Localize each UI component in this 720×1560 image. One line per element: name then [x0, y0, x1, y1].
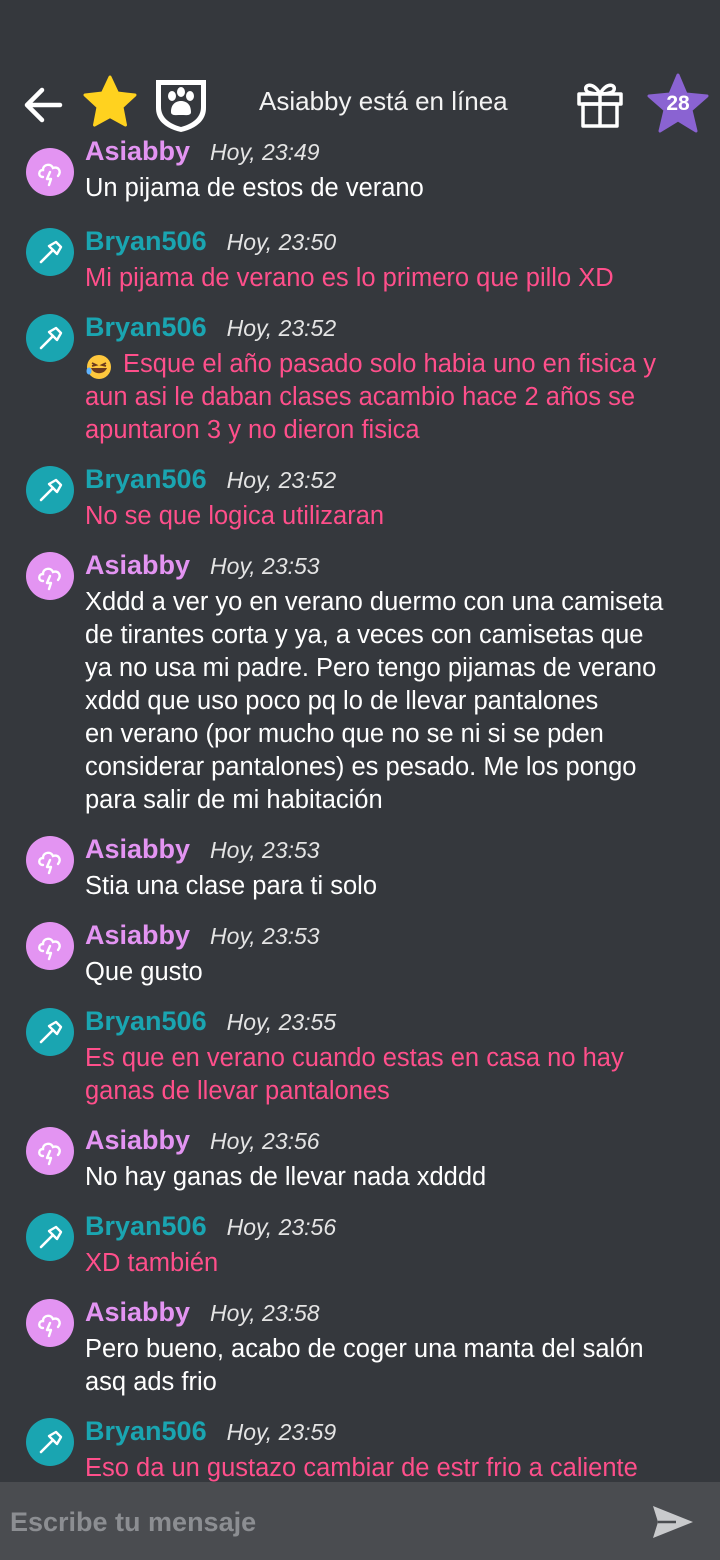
message-text: Mi pijama de verano es lo primero que pi… — [85, 264, 614, 292]
cloud-bolt-icon — [38, 937, 61, 961]
message-author[interactable]: Asiabby — [85, 550, 190, 581]
axe-icon — [39, 1020, 63, 1044]
axe-icon — [39, 1225, 63, 1249]
back-button[interactable] — [20, 82, 66, 128]
message-time: Hoy, 23:53 — [210, 923, 320, 949]
gift-icon — [577, 83, 623, 128]
message-text: Pero bueno, acabo de coger una manta del… — [85, 1335, 644, 1396]
favorite-star-button[interactable] — [82, 74, 138, 130]
message-text: Que gusto — [85, 958, 203, 986]
message-meta: Asiabby Hoy, 23:56 — [85, 1125, 320, 1156]
axe-icon — [39, 240, 63, 264]
paw-shield-icon — [156, 80, 206, 132]
message-text: Es que en verano cuando estas en casa no… — [85, 1044, 624, 1105]
message-text: Eso da un gustazo cambiar de estr frio a… — [85, 1454, 638, 1482]
message-author[interactable]: Bryan506 — [85, 226, 207, 257]
message-text: Un pijama de estos de verano — [85, 174, 424, 202]
send-icon — [653, 1506, 693, 1538]
message-author[interactable]: Bryan506 — [85, 1416, 207, 1447]
message-time: Hoy, 23:50 — [226, 229, 337, 255]
avatar[interactable] — [26, 466, 74, 514]
message-meta: Asiabby Hoy, 23:49 — [85, 138, 320, 167]
message-text: Stia una clase para ti solo — [85, 872, 378, 900]
chat-header: Asiabby está en línea 28 — [0, 64, 720, 148]
axe-icon — [39, 478, 63, 502]
message-author[interactable]: Bryan506 — [85, 1006, 207, 1037]
arrow-left-icon — [24, 87, 63, 123]
message-input[interactable] — [10, 1500, 610, 1544]
message-author[interactable]: Asiabby — [85, 920, 190, 951]
message-time: Hoy, 23:58 — [210, 1300, 320, 1326]
send-button[interactable] — [650, 1502, 696, 1542]
axe-icon — [39, 1430, 63, 1454]
message-text: Esque el año pasado solo habia uno en fi… — [85, 350, 657, 444]
message-composer — [0, 1482, 720, 1560]
message-meta: Bryan506 Hoy, 23:50 — [85, 226, 336, 257]
message-time: Hoy, 23:59 — [226, 1419, 337, 1445]
status-bar — [0, 0, 720, 64]
message-meta: Asiabby Hoy, 23:53 — [85, 834, 320, 865]
avatar[interactable] — [26, 552, 74, 600]
message-text: No se que logica utilizaran — [85, 502, 385, 530]
avatar[interactable] — [26, 922, 74, 970]
message-text: No hay ganas de llevar nada xdddd — [85, 1163, 487, 1191]
message-time: Hoy, 23:56 — [226, 1214, 337, 1240]
message-meta: Asiabby Hoy, 23:58 — [85, 1297, 320, 1328]
avatar[interactable] — [26, 836, 74, 884]
message-time: Hoy, 23:52 — [226, 315, 337, 341]
message-time: Hoy, 23:56 — [210, 1128, 320, 1154]
message-author[interactable]: Bryan506 — [85, 1211, 207, 1242]
message-list[interactable]: Asiabby Hoy, 23:49 Un pijama de estos de… — [0, 138, 720, 1482]
message-meta: Bryan506 Hoy, 23:55 — [85, 1006, 336, 1037]
message-time: Hoy, 23:49 — [210, 139, 320, 165]
avatar[interactable] — [26, 148, 74, 196]
avatar[interactable] — [26, 228, 74, 276]
avatar[interactable] — [26, 1127, 74, 1175]
message-meta: Bryan506 Hoy, 23:56 — [85, 1211, 336, 1242]
message-text: XD también — [85, 1249, 219, 1277]
message-time: Hoy, 23:52 — [226, 467, 337, 493]
gift-button[interactable] — [574, 78, 626, 130]
message-time: Hoy, 23:53 — [210, 837, 320, 863]
message-author[interactable]: Asiabby — [85, 834, 190, 865]
message-meta: Bryan506 Hoy, 23:59 — [85, 1416, 336, 1447]
avatar[interactable] — [26, 1418, 74, 1466]
axe-icon — [39, 326, 63, 350]
message-author[interactable]: Asiabby — [85, 1297, 190, 1328]
level-number: 28 — [666, 92, 690, 115]
message-meta: Bryan506 Hoy, 23:52 — [85, 464, 336, 495]
message-time: Hoy, 23:55 — [226, 1009, 337, 1035]
message-author[interactable]: Asiabby — [85, 138, 190, 167]
message-time: Hoy, 23:53 — [210, 553, 320, 579]
message-text: Xddd a ver yo en verano duermo con una c… — [85, 588, 664, 814]
cloud-bolt-icon — [38, 1314, 61, 1338]
avatar[interactable] — [26, 1299, 74, 1347]
message-author[interactable]: Asiabby — [85, 1125, 190, 1156]
avatar[interactable] — [26, 314, 74, 362]
cloud-bolt-icon — [38, 567, 61, 591]
avatar[interactable] — [26, 1008, 74, 1056]
message-author[interactable]: Bryan506 — [85, 464, 207, 495]
message-meta: Asiabby Hoy, 23:53 — [85, 550, 320, 581]
cloud-bolt-icon — [38, 851, 61, 875]
pet-badge-button[interactable] — [152, 74, 210, 134]
level-badge[interactable]: 28 — [646, 72, 710, 136]
avatar[interactable] — [26, 1213, 74, 1261]
message-author[interactable]: Bryan506 — [85, 312, 207, 343]
message-meta: Bryan506 Hoy, 23:52 — [85, 312, 336, 343]
cloud-bolt-icon — [38, 163, 61, 187]
message-meta: Asiabby Hoy, 23:53 — [85, 920, 320, 951]
cloud-bolt-icon — [38, 1142, 61, 1166]
online-status-title: Asiabby está en línea — [259, 86, 508, 116]
star-icon — [83, 75, 137, 127]
